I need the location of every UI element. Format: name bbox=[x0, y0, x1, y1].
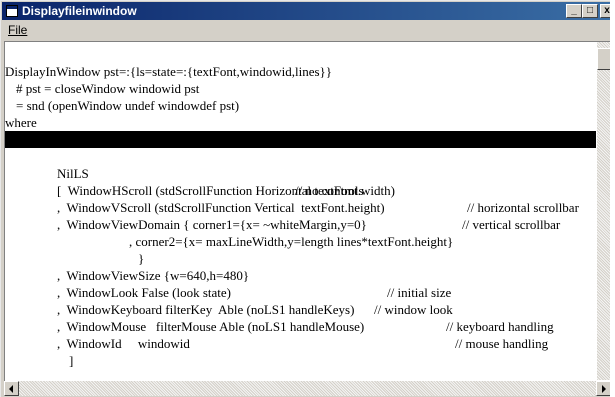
window-edge bbox=[610, 0, 615, 397]
window-title: Displayfileinwindow bbox=[22, 4, 137, 18]
horizontal-scrollbar[interactable] bbox=[4, 381, 611, 396]
code-line: DisplayInWindow pst=:{ls=state=:{textFon… bbox=[5, 46, 596, 79]
code-line: ] bbox=[5, 335, 596, 368]
code-line: , WindowLook False (look state) // windo… bbox=[5, 267, 596, 317]
application-window: Displayfileinwindow _ □ x File DisplayIn… bbox=[0, 0, 614, 397]
document-view[interactable]: DisplayInWindow pst=:{ls=state=:{textFon… bbox=[4, 41, 611, 381]
menu-file[interactable]: File bbox=[8, 23, 27, 37]
code-line: where bbox=[5, 97, 596, 130]
scroll-right-button[interactable] bbox=[596, 381, 611, 396]
right-arrow-icon bbox=[602, 385, 606, 393]
code-line: , WindowVScroll (stdScrollFunction Verti… bbox=[5, 182, 596, 232]
menu-file-label: File bbox=[8, 23, 28, 37]
code-line: windowdef bbox=[5, 114, 596, 147]
left-arrow-icon bbox=[9, 385, 13, 393]
code-line: # pst = closeWindow windowid pst bbox=[5, 63, 596, 96]
code-line: [ WindowHScroll (stdScrollFunction Horiz… bbox=[5, 165, 596, 215]
vertical-scrollbar[interactable] bbox=[597, 42, 611, 380]
code-text: ] bbox=[69, 353, 74, 368]
code-line: , WindowViewSize {w=640,h=480} // initia… bbox=[5, 250, 596, 300]
vertical-scroll-thumb[interactable] bbox=[597, 48, 611, 70]
title-bar[interactable]: Displayfileinwindow _ □ x bbox=[2, 2, 614, 20]
maximize-button[interactable]: □ bbox=[582, 4, 598, 18]
code-line: , WindowId windowid bbox=[5, 318, 596, 351]
code-line: } bbox=[5, 233, 596, 266]
code-line: , WindowViewDomain { corner1={x= ~whiteM… bbox=[5, 199, 596, 232]
minimize-button[interactable]: _ bbox=[566, 4, 582, 18]
selected-code-line[interactable]: = Window "Read Result" // title bbox=[5, 131, 596, 181]
code-line: , WindowKeyboard filterKey Able (noLS1 h… bbox=[5, 284, 596, 334]
menu-bar: File bbox=[2, 21, 611, 39]
code-line: NilLS // no controls bbox=[5, 148, 596, 198]
window-icon[interactable] bbox=[6, 5, 18, 17]
code-line: = snd (openWindow undef windowdef pst) bbox=[5, 80, 596, 113]
code-text-area[interactable]: DisplayInWindow pst=:{ls=state=:{textFon… bbox=[5, 42, 596, 380]
scroll-left-button[interactable] bbox=[4, 381, 19, 396]
code-line: , WindowMouse filterMouse Able (noLS1 ha… bbox=[5, 301, 596, 351]
code-line: , corner2={x= maxLineWidth,y=length line… bbox=[5, 216, 596, 249]
